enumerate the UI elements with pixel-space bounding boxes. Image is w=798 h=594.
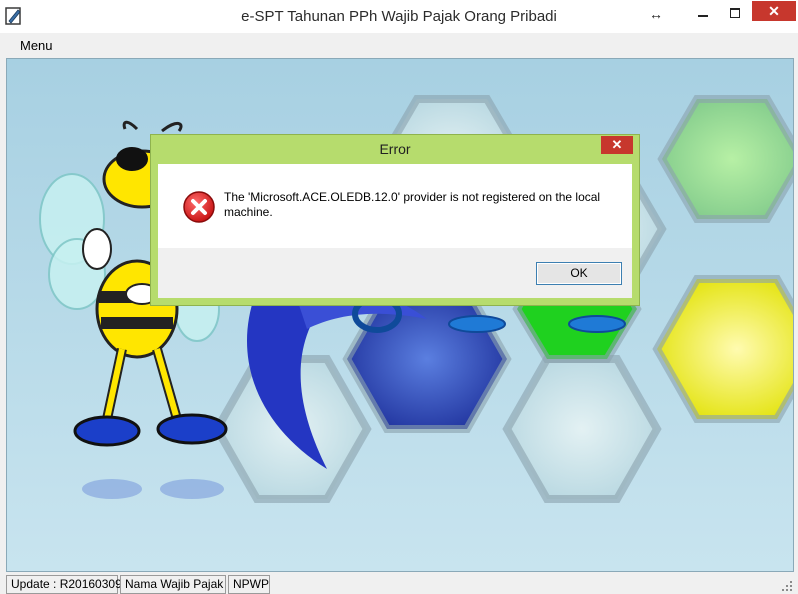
minimize-icon [698,15,708,17]
app-window: e-SPT Tahunan PPh Wajib Pajak Orang Prib… [0,0,798,594]
maximize-button[interactable] [722,2,748,22]
resize-grip-icon[interactable] [780,579,794,593]
dialog-title: Error [379,141,411,157]
window-title: e-SPT Tahunan PPh Wajib Pajak Orang Prib… [241,8,557,25]
error-icon [183,191,215,223]
status-update: Update : R20160309 [6,575,122,594]
status-nama-wajib-pajak: Nama Wajib Pajak [120,575,226,594]
close-button[interactable]: ✕ [752,1,796,21]
menu-item-menu[interactable]: Menu [20,38,53,53]
resize-icon[interactable]: ↔ [647,6,665,22]
ok-button[interactable]: OK [536,262,622,285]
dialog-body: The 'Microsoft.ACE.OLEDB.12.0' provider … [158,164,632,298]
dialog-footer: OK [158,248,632,298]
error-message: The 'Microsoft.ACE.OLEDB.12.0' provider … [224,190,601,219]
maximize-icon [730,8,740,18]
status-npwp: NPWP [228,575,270,594]
dialog-close-button[interactable]: ✕ [601,136,633,154]
title-bar: e-SPT Tahunan PPh Wajib Pajak Orang Prib… [0,0,798,33]
menu-bar: Menu [6,34,792,56]
status-bar: Update : R20160309 Nama Wajib Pajak NPWP [0,573,798,594]
minimize-button[interactable] [690,2,716,22]
error-dialog: Error ✕ The 'Microsoft.ACE.OLEDB.12.0' p… [150,134,640,306]
